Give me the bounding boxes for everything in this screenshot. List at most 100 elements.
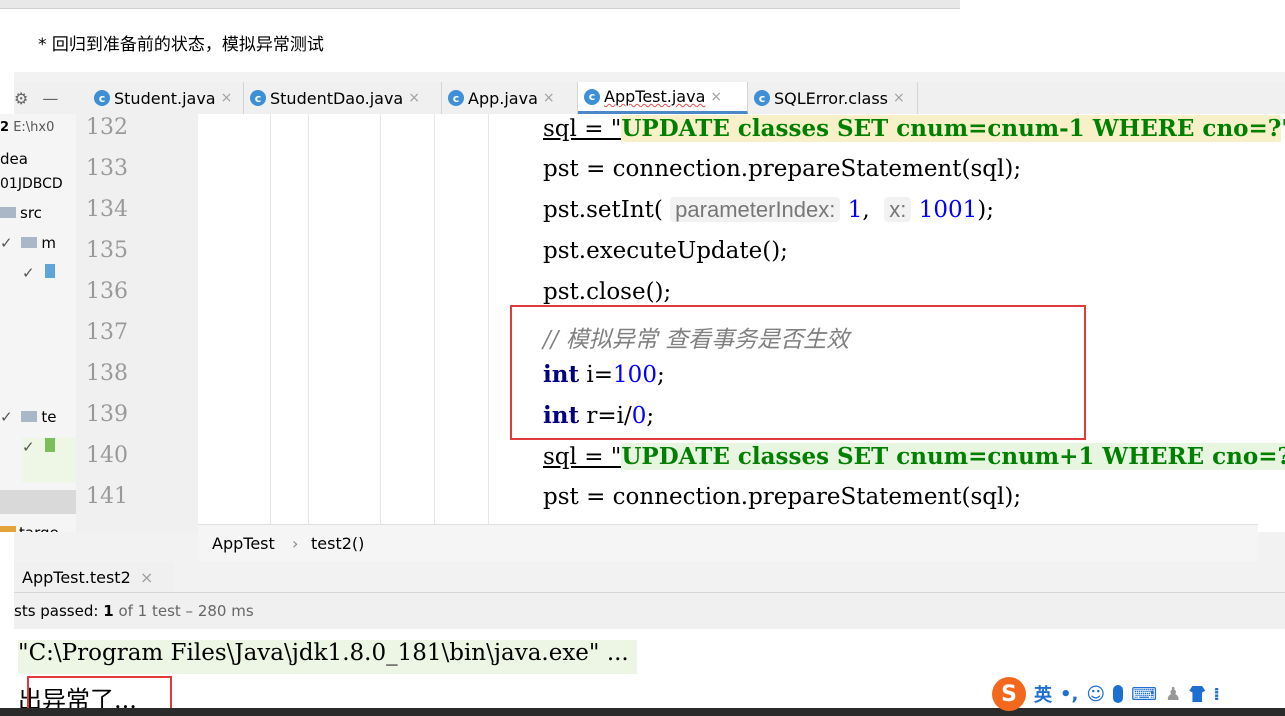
line-number-gutter: 132 133 134 135 136 137 138 139 140 141	[76, 114, 198, 532]
skin-icon[interactable]	[1189, 686, 1206, 702]
breadcrumb: AppTest › test2()	[198, 524, 1258, 561]
class-icon: c	[754, 90, 770, 106]
chevron-down-icon[interactable]: ✓	[0, 234, 13, 252]
sidebar-item-src[interactable]: src	[0, 204, 42, 222]
class-icon: c	[250, 90, 266, 106]
code-token: sql = "	[543, 444, 622, 470]
keyboard-icon[interactable]: ⌨	[1131, 684, 1157, 705]
test-status-bar: sts passed: 1 of 1 test – 280 ms	[14, 592, 1285, 630]
chevron-down-icon[interactable]: ✓	[22, 264, 35, 282]
status-suffix: of 1 test – 280 ms	[118, 602, 254, 620]
editor-tab-bar: ⚙ — c Student.java × c StudentDao.java ×…	[14, 82, 1285, 115]
line-number: 135	[86, 238, 128, 263]
tab-label: Student.java	[114, 88, 216, 108]
gear-icon[interactable]: ⚙	[14, 89, 28, 108]
code-line-136: pst.close();	[543, 279, 672, 305]
sidebar-item-label: src	[20, 204, 42, 222]
code-line-133: pst = connection.prepareStatement(sql);	[543, 156, 1022, 182]
code-line-140: sql = "UPDATE classes SET cnum=cnum+1 WH…	[543, 443, 1285, 470]
breadcrumb-class[interactable]: AppTest	[212, 534, 275, 553]
code-number: 1001	[918, 197, 978, 223]
emoji-icon[interactable]: ☺	[1086, 684, 1105, 705]
param-hint: parameterIndex:	[670, 197, 841, 222]
run-tab[interactable]: AppTest.test2 ×	[14, 562, 174, 592]
line-number: 139	[86, 402, 128, 427]
sql-string: UPDATE classes SET cnum=cnum+1 WHERE cno…	[621, 443, 1285, 470]
tab-label: App.java	[468, 88, 538, 108]
sidebar-item-test[interactable]: ✓ te	[0, 408, 56, 426]
indent-guide	[488, 114, 489, 532]
ime-language-toggle[interactable]: 英	[1034, 681, 1052, 707]
highlight-box-exception-code	[510, 305, 1086, 440]
punctuation-icon[interactable]: •,	[1060, 684, 1078, 705]
breadcrumb-method[interactable]: test2()	[311, 534, 364, 553]
code-token: pst.setInt(	[543, 197, 663, 223]
top-table-remnant	[0, 0, 1285, 12]
microphone-icon[interactable]	[1113, 685, 1124, 703]
line-number: 138	[86, 361, 128, 386]
tab-label: SQLError.class	[774, 88, 888, 108]
class-run-icon: c	[448, 90, 464, 106]
sidebar-item-module[interactable]: 01JDBCD	[0, 176, 63, 192]
sidebar-item-test-java[interactable]: ✓	[22, 438, 76, 482]
line-number: 136	[86, 279, 128, 304]
line-number: 141	[86, 484, 128, 509]
class-icon: c	[94, 90, 110, 106]
close-icon[interactable]: ×	[221, 90, 233, 106]
sql-string: UPDATE classes SET cnum=cnum-1 WHERE cno…	[621, 115, 1282, 142]
code-line-134: pst.setInt( parameterIndex: 1, x: 1001);	[543, 197, 994, 223]
console-command-line: "C:\Program Files\Java\jdk1.8.0_181\bin\…	[18, 640, 637, 674]
project-root[interactable]: 2 E:\hx0	[0, 120, 54, 135]
line-number: 132	[86, 115, 128, 140]
user-icon[interactable]: ♟	[1165, 684, 1181, 705]
close-icon[interactable]: ×	[408, 90, 420, 106]
code-token: sql = "	[543, 116, 622, 142]
minimize-icon[interactable]: —	[42, 89, 58, 108]
folder-icon	[45, 438, 56, 452]
project-number: 2	[0, 120, 10, 135]
indent-guide	[270, 114, 271, 532]
test-status: sts passed: 1 of 1 test – 280 ms	[14, 602, 254, 620]
folder-icon	[45, 264, 56, 278]
sidebar-selected-row[interactable]	[0, 490, 76, 514]
highlight-box-output	[27, 676, 172, 712]
toolbox-icon[interactable]: ⁞	[1213, 684, 1220, 705]
close-icon[interactable]: ×	[893, 90, 905, 106]
sidebar-item-sub[interactable]: ✓	[22, 264, 56, 282]
tab-bar-tools[interactable]: ⚙ —	[8, 82, 88, 114]
code-line-135: pst.executeUpdate();	[543, 238, 788, 264]
indent-guide	[434, 114, 435, 532]
run-tab-label: AppTest.test2	[22, 568, 131, 587]
line-number: 133	[86, 156, 128, 181]
close-icon[interactable]: ×	[710, 89, 722, 105]
chevron-down-icon[interactable]: ✓	[22, 438, 35, 456]
tab-sqlerror[interactable]: c SQLError.class ×	[748, 82, 918, 114]
sogou-logo-icon[interactable]: S	[992, 677, 1026, 711]
passed-count: 1	[103, 602, 114, 620]
tab-app[interactable]: c App.java ×	[442, 82, 578, 114]
status-prefix: sts passed:	[14, 602, 99, 620]
folder-icon	[21, 411, 38, 422]
param-hint: x:	[884, 197, 912, 222]
tab-studentdao[interactable]: c StudentDao.java ×	[244, 82, 442, 114]
sidebar-item-idea[interactable]: dea	[0, 150, 28, 168]
tab-student[interactable]: c Student.java ×	[88, 82, 244, 114]
folder-icon	[0, 207, 16, 218]
sidebar-item-target[interactable]: targe	[0, 524, 59, 532]
close-icon[interactable]: ×	[140, 568, 153, 587]
project-sidebar: 2 E:\hx0 dea 01JDBCD src ✓ m ✓ ✓ te ✓ ta…	[0, 114, 77, 532]
project-path: E:\hx0	[13, 120, 55, 135]
chevron-down-icon[interactable]: ✓	[0, 408, 13, 426]
class-run-icon: c	[584, 88, 600, 105]
sidebar-item-main[interactable]: ✓ m	[0, 234, 56, 252]
sidebar-item-label: te	[41, 408, 57, 426]
code-line-141: pst = connection.prepareStatement(sql);	[543, 484, 1022, 510]
line-number: 137	[86, 320, 128, 345]
tab-label: StudentDao.java	[270, 88, 404, 108]
tab-apptest[interactable]: c AppTest.java ×	[578, 82, 748, 114]
breadcrumb-separator: ›	[292, 534, 299, 553]
close-icon[interactable]: ×	[543, 90, 555, 106]
line-number: 140	[86, 443, 128, 468]
code-token: ,	[862, 197, 870, 223]
folder-icon	[21, 237, 38, 248]
